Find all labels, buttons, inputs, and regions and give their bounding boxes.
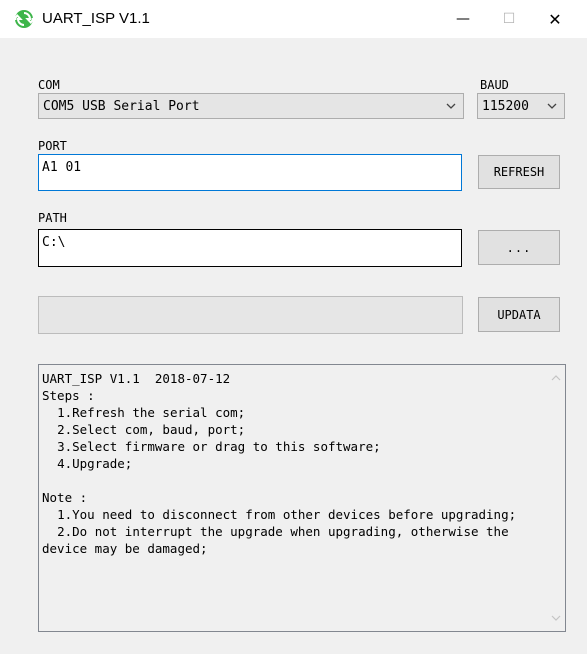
vertical-scrollbar[interactable] <box>548 365 565 631</box>
baud-select[interactable]: 115200 <box>477 93 565 119</box>
com-select-value: COM5 USB Serial Port <box>43 98 200 114</box>
baud-label: BAUD <box>480 78 509 92</box>
window-title: UART_ISP V1.1 <box>42 10 150 27</box>
info-text: UART_ISP V1.1 2018-07-12 Steps : 1.Refre… <box>42 371 517 556</box>
scroll-up-icon[interactable] <box>551 373 561 383</box>
maximize-icon: ☐ <box>502 11 516 27</box>
scroll-down-icon[interactable] <box>551 613 561 623</box>
minimize-icon[interactable]: — <box>440 0 486 38</box>
update-button[interactable]: UPDATA <box>478 297 560 332</box>
title-bar[interactable]: UART_ISP V1.1 — ☐ ✕ <box>0 0 587 38</box>
info-textarea[interactable]: UART_ISP V1.1 2018-07-12 Steps : 1.Refre… <box>38 364 566 632</box>
refresh-arrows-icon <box>14 10 34 28</box>
baud-select-value: 115200 <box>482 98 529 114</box>
path-label: PATH <box>38 211 67 225</box>
com-label: COM <box>38 78 60 92</box>
path-input[interactable]: C:\ <box>38 229 462 267</box>
progress-bar <box>38 296 463 334</box>
refresh-button[interactable]: REFRESH <box>478 155 560 189</box>
close-icon[interactable]: ✕ <box>532 0 578 38</box>
port-label: PORT <box>38 139 67 153</box>
chevron-down-icon <box>446 103 456 109</box>
port-input[interactable]: A1 01 <box>38 154 462 191</box>
com-select[interactable]: COM5 USB Serial Port <box>38 93 464 119</box>
browse-button[interactable]: ... <box>478 230 560 265</box>
chevron-down-icon <box>547 103 557 109</box>
